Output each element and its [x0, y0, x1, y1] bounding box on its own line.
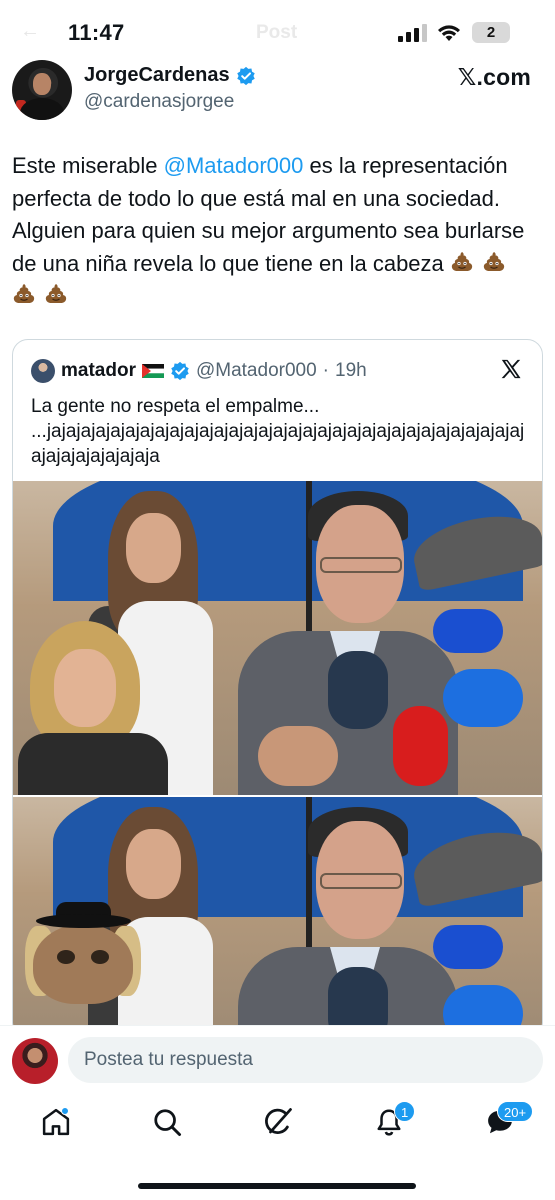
pile-of-poo-icon	[483, 251, 505, 271]
pile-of-poo-icon	[45, 284, 67, 303]
wifi-icon	[438, 25, 460, 41]
tab-home[interactable]	[41, 1107, 75, 1141]
x-com-watermark: 𝕏.com	[457, 64, 531, 90]
author-handle[interactable]: @cardenasjorgee	[84, 91, 234, 113]
reply-bar: Postea tu respuesta	[0, 1025, 555, 1095]
tab-notifications[interactable]: 1	[374, 1101, 416, 1141]
quoted-tweet-time[interactable]: 19h	[335, 360, 367, 382]
quoted-author-name[interactable]: matador	[61, 360, 136, 382]
pile-of-poo-icon	[451, 251, 473, 271]
reply-input[interactable]: Postea tu respuesta	[68, 1037, 543, 1083]
quoted-media-image-2[interactable]	[13, 795, 542, 1038]
header-separator: ·	[322, 360, 329, 381]
current-user-avatar[interactable]	[12, 1038, 58, 1084]
tab-grok[interactable]	[263, 1107, 297, 1141]
palestine-flag-icon	[141, 364, 164, 378]
et-alien-overlay	[21, 902, 141, 1022]
pile-of-poo-icon	[13, 284, 35, 303]
mention-link[interactable]: @Matador000	[164, 153, 304, 178]
back-arrow-ghost: ←	[20, 20, 40, 42]
tab-search[interactable]	[152, 1107, 186, 1141]
quoted-author-avatar[interactable]	[31, 359, 55, 383]
quoted-author-handle[interactable]: @Matador000	[196, 360, 317, 382]
clock: 11:47	[68, 20, 125, 45]
tweet-author-header: JorgeCardenas @cardenasjorgee 𝕏.com	[0, 58, 555, 128]
tweet-text-start: Este miserable	[12, 153, 164, 178]
tab-messages[interactable]: 20+	[485, 1101, 534, 1141]
tweet-text: Este miserable @Matador000 es la represe…	[12, 150, 544, 313]
quoted-verified-badge-icon	[171, 361, 189, 381]
bottom-tab-bar: 1 20+	[0, 1095, 555, 1200]
home-unread-dot	[61, 1107, 69, 1115]
author-avatar[interactable]	[12, 60, 72, 120]
home-indicator	[138, 1183, 416, 1189]
messages-badge: 20+	[497, 1101, 534, 1122]
author-name[interactable]: JorgeCardenas	[84, 64, 230, 87]
quoted-media-image-1[interactable]	[13, 481, 542, 795]
quoted-tweet-header: matador @Matador000 · 19h	[31, 357, 367, 385]
grok-icon	[265, 1108, 292, 1134]
quoted-tweet-text: La gente no respeta el empalme... ...jaj…	[31, 396, 525, 467]
quoted-tweet-card[interactable]: matador @Matador000 · 19h La gente no re…	[12, 339, 543, 1039]
header-title-ghost: Post	[256, 22, 298, 43]
author-name-row[interactable]: JorgeCardenas	[84, 64, 256, 87]
cellular-signal-icon	[398, 24, 427, 42]
search-icon	[154, 1109, 181, 1136]
verified-badge-icon	[236, 66, 255, 85]
notifications-badge: 1	[394, 1101, 416, 1122]
x-logo-icon	[501, 359, 521, 379]
battery-indicator: 2	[472, 22, 510, 43]
status-bar: ← Post 11:47 2	[0, 0, 555, 64]
